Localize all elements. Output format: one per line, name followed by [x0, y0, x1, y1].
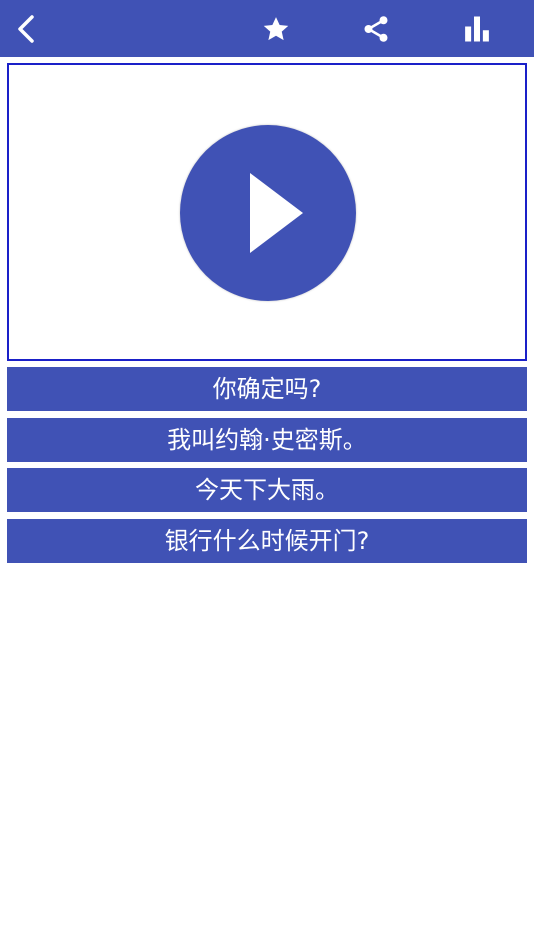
- statistics-button[interactable]: [453, 0, 501, 57]
- phrase-option[interactable]: 银行什么时候开门?: [7, 518, 527, 563]
- share-icon: [364, 15, 388, 42]
- video-player[interactable]: [7, 63, 527, 361]
- phrase-option[interactable]: 我叫约翰·史密斯。: [7, 417, 527, 462]
- star-icon: [263, 16, 289, 40]
- phrase-option[interactable]: 你确定吗?: [7, 367, 527, 411]
- chevron-left-icon: [18, 14, 34, 43]
- phrase-list: 你确定吗? 我叫约翰·史密斯。 今天下大雨。 银行什么时候开门?: [7, 367, 527, 569]
- back-button[interactable]: [4, 0, 48, 57]
- play-button[interactable]: [180, 125, 356, 301]
- top-app-bar: [0, 0, 534, 57]
- play-icon: [250, 173, 303, 253]
- phrase-option[interactable]: 今天下大雨。: [7, 468, 527, 512]
- favorite-button[interactable]: [252, 0, 300, 57]
- bar-chart-icon: [465, 16, 489, 41]
- share-button[interactable]: [352, 0, 400, 57]
